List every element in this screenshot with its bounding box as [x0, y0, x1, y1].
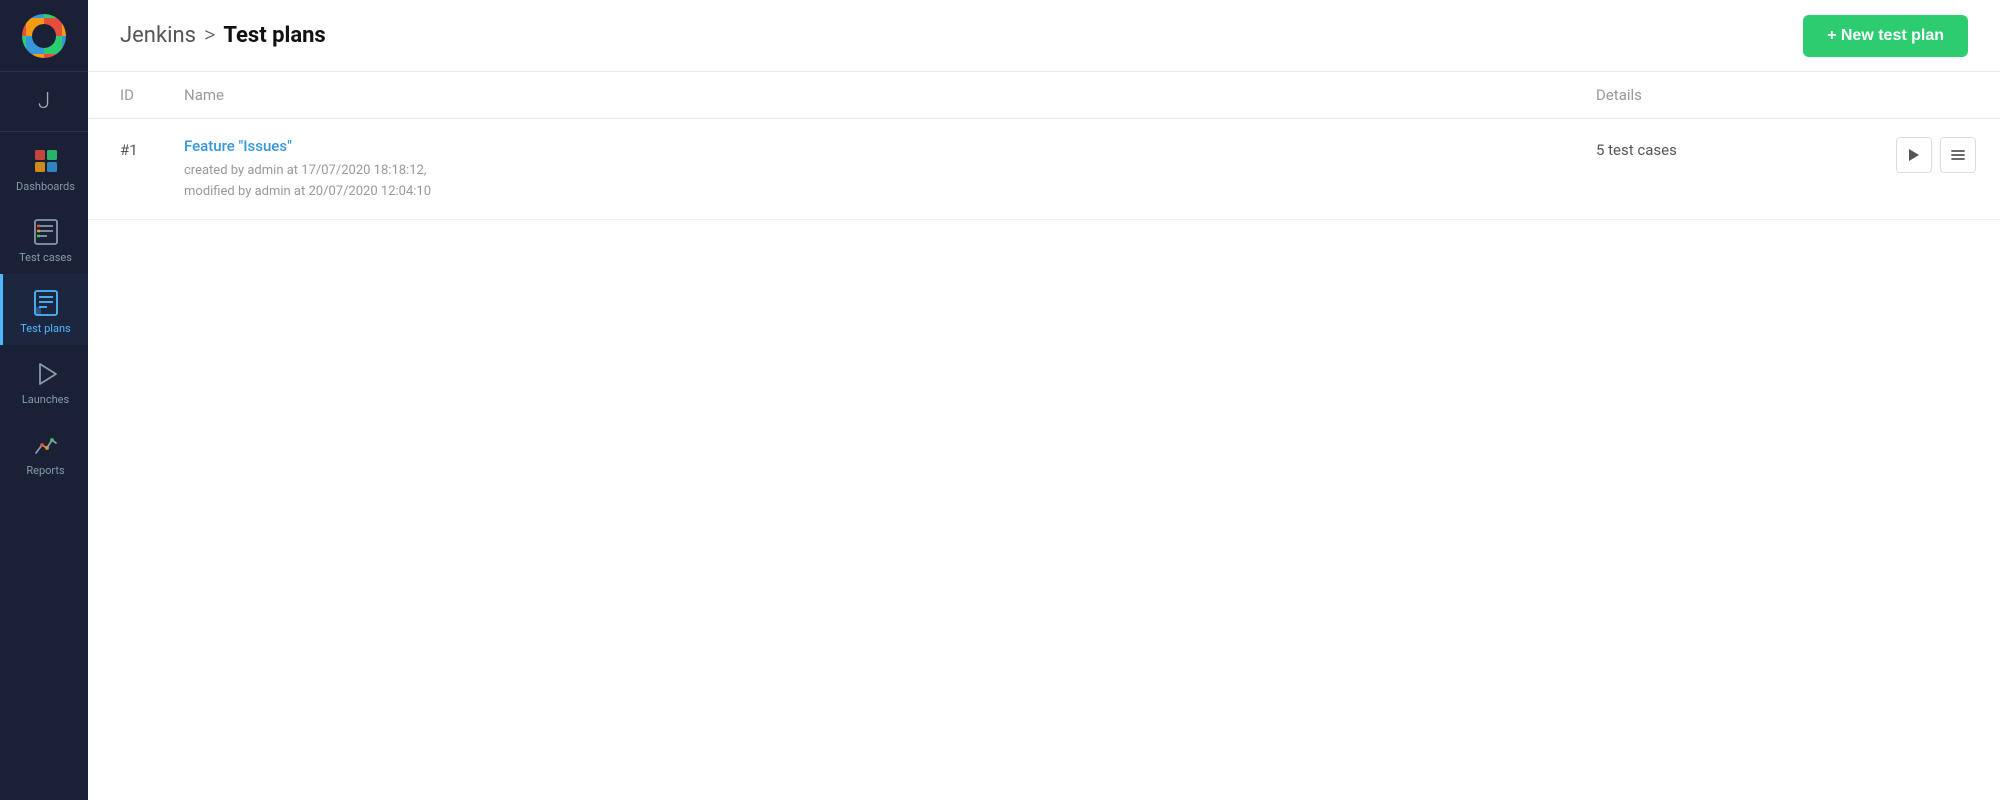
sidebar-item-test-cases-label: Test cases — [19, 251, 72, 264]
col-header-id: ID — [88, 72, 168, 119]
sidebar-item-dashboards-label: Dashboards — [16, 180, 75, 193]
dashboards-icon — [31, 146, 61, 176]
table-row: #1 Feature "Issues" created by admin at … — [88, 119, 2000, 220]
col-header-details: Details — [1580, 72, 1880, 119]
user-avatar: J — [0, 72, 88, 132]
sidebar-nav: Dashboards Test cases — [0, 132, 88, 800]
breadcrumb-current: Test plans — [223, 23, 325, 48]
breadcrumb: Jenkins > Test plans — [120, 23, 326, 48]
plan-meta-line1: created by admin at 17/07/2020 18:18:12, — [184, 163, 426, 178]
test-plans-table-container: ID Name Details #1 Feature "Issues" crea… — [88, 72, 2000, 800]
test-plans-table: ID Name Details #1 Feature "Issues" crea… — [88, 72, 2000, 220]
new-test-plan-button[interactable]: + New test plan — [1803, 15, 1968, 57]
plan-meta-line2: modified by admin at 20/07/2020 12:04:10 — [184, 184, 431, 199]
sidebar-item-launches[interactable]: Launches — [0, 345, 88, 416]
plan-name-link[interactable]: Feature "Issues" — [184, 137, 1564, 155]
run-button[interactable] — [1896, 137, 1932, 173]
plan-meta: created by admin at 17/07/2020 18:18:12,… — [184, 161, 1564, 203]
test-cases-icon — [31, 217, 61, 247]
sidebar-item-test-cases[interactable]: Test cases — [0, 203, 88, 274]
main-content: Jenkins > Test plans + New test plan ID … — [88, 0, 2000, 800]
sidebar-item-test-plans-label: Test plans — [20, 322, 70, 335]
sidebar: J Dashboards — [0, 0, 88, 800]
row-name-cell: Feature "Issues" created by admin at 17/… — [168, 119, 1580, 220]
sidebar-item-test-plans[interactable]: Test plans — [0, 274, 88, 345]
table-header-row: ID Name Details — [88, 72, 2000, 119]
col-header-actions — [1880, 72, 2000, 119]
page-header: Jenkins > Test plans + New test plan — [88, 0, 2000, 72]
app-logo-icon — [22, 14, 66, 58]
row-actions — [1880, 119, 2000, 220]
sidebar-item-launches-label: Launches — [22, 393, 69, 406]
col-header-name: Name — [168, 72, 1580, 119]
action-buttons — [1896, 137, 1984, 173]
breadcrumb-parent: Jenkins — [120, 23, 196, 48]
row-id: #1 — [88, 119, 168, 220]
sidebar-item-reports-label: Reports — [26, 464, 64, 477]
reports-icon — [31, 430, 61, 460]
sidebar-item-reports[interactable]: Reports — [0, 416, 88, 487]
launches-icon — [31, 359, 61, 389]
test-plans-icon — [31, 288, 61, 318]
row-details: 5 test cases — [1580, 119, 1880, 220]
breadcrumb-separator: > — [204, 23, 215, 48]
menu-button[interactable] — [1940, 137, 1976, 173]
sidebar-logo — [0, 0, 88, 72]
sidebar-item-dashboards[interactable]: Dashboards — [0, 132, 88, 203]
